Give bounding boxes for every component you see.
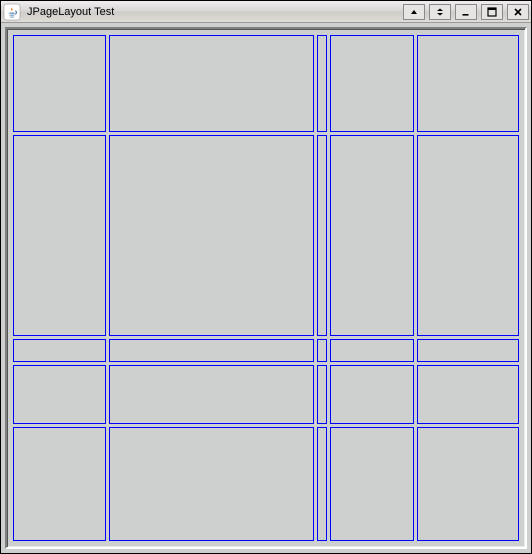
grid-cell (13, 365, 106, 423)
java-icon (3, 3, 21, 21)
grid-cell (417, 339, 519, 362)
grid-cell (13, 135, 106, 337)
grid-cell (317, 427, 327, 541)
shade-button[interactable] (403, 4, 425, 20)
grid-cell (13, 35, 106, 132)
grid-cell (317, 339, 327, 362)
grid-cell (317, 135, 327, 337)
window-title: JPageLayout Test (25, 6, 114, 18)
client-area (5, 27, 527, 549)
grid-cell (317, 365, 327, 423)
grid-cell (13, 427, 106, 541)
grid-cell (109, 35, 314, 132)
grid-cell (330, 427, 414, 541)
grid-cell (417, 365, 519, 423)
grid-cell (109, 339, 314, 362)
grid-cell (109, 427, 314, 541)
grid-cell (13, 339, 106, 362)
rollup-button[interactable] (429, 4, 451, 20)
grid-cell (330, 339, 414, 362)
grid-cell (417, 135, 519, 337)
grid-cell (317, 35, 327, 132)
window: JPageLayout Test (0, 0, 532, 554)
grid-cell (330, 35, 414, 132)
close-button[interactable] (507, 4, 529, 20)
page-layout-grid (13, 35, 519, 541)
grid-cell (417, 427, 519, 541)
grid-cell (109, 365, 314, 423)
grid-cell (330, 135, 414, 337)
grid-cell (330, 365, 414, 423)
grid-cell (417, 35, 519, 132)
maximize-button[interactable] (481, 4, 503, 20)
grid-cell (109, 135, 314, 337)
minimize-button[interactable] (455, 4, 477, 20)
titlebar[interactable]: JPageLayout Test (1, 1, 531, 23)
